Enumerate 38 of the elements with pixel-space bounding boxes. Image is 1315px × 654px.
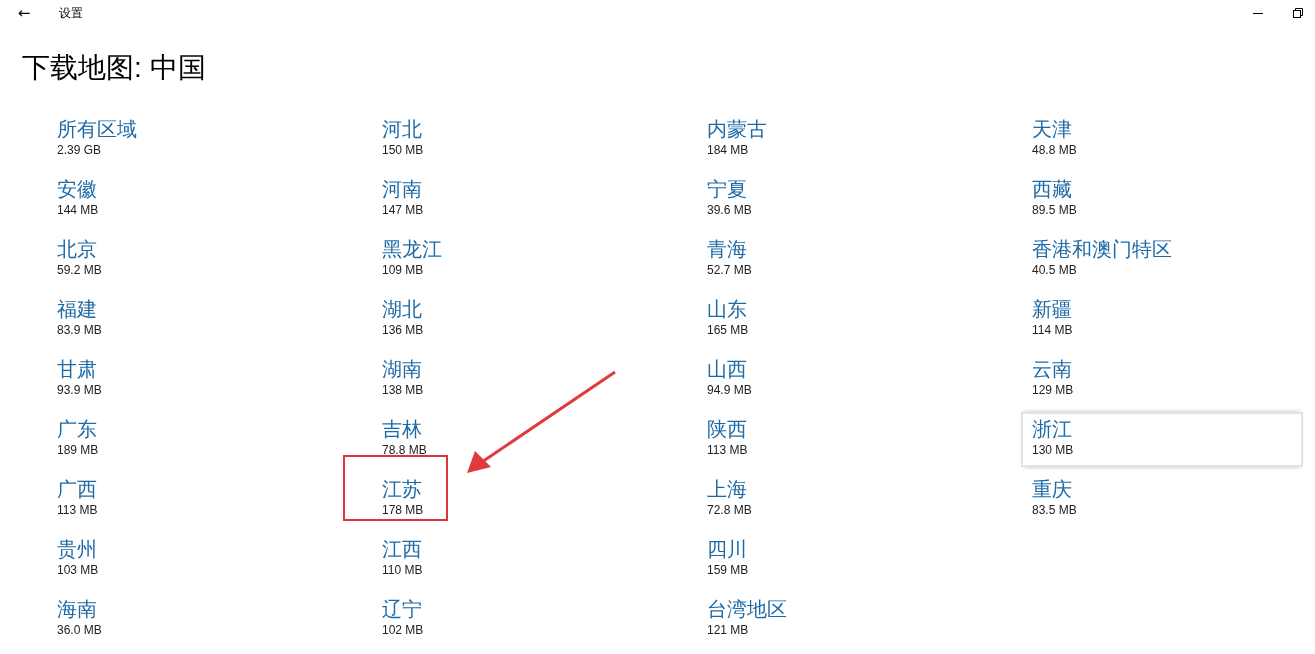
region-item[interactable]: 云南 129 MB [1021, 352, 1303, 407]
page-heading: 下载地图: 中国 [22, 51, 206, 85]
restore-icon[interactable] [1293, 8, 1303, 18]
region-item[interactable]: 北京 59.2 MB [46, 232, 328, 287]
region-item[interactable]: 山东 165 MB [696, 292, 978, 347]
region-item[interactable]: 河南 147 MB [371, 172, 653, 227]
region-item[interactable]: 四川 159 MB [696, 532, 978, 587]
region-item[interactable]: 吉林 78.8 MB [371, 412, 653, 467]
region-item[interactable]: 西藏 89.5 MB [1021, 172, 1303, 227]
region-item[interactable]: 安徽 144 MB [46, 172, 328, 227]
region-item[interactable]: 广东 189 MB [46, 412, 328, 467]
region-item[interactable]: 广西 113 MB [46, 472, 328, 527]
region-item[interactable]: 陕西 113 MB [696, 412, 978, 467]
region-item[interactable]: 台湾地区 121 MB [696, 592, 978, 647]
region-item[interactable]: 内蒙古 184 MB [696, 112, 978, 167]
region-item[interactable]: 浙江 130 MB [1021, 412, 1303, 467]
region-item[interactable]: 所有区域 2.39 GB [46, 112, 328, 167]
back-button[interactable]: ← [14, 4, 34, 22]
region-item[interactable]: 黑龙江 109 MB [371, 232, 653, 287]
region-item[interactable]: 青海 52.7 MB [696, 232, 978, 287]
region-item[interactable]: 江西 110 MB [371, 532, 653, 587]
region-item[interactable]: 海南 36.0 MB [46, 592, 328, 647]
region-item[interactable]: 湖北 136 MB [371, 292, 653, 347]
region-item[interactable]: 贵州 103 MB [46, 532, 328, 587]
region-item[interactable]: 山西 94.9 MB [696, 352, 978, 407]
region-item[interactable]: 新疆 114 MB [1021, 292, 1303, 347]
region-item[interactable]: 河北 150 MB [371, 112, 653, 167]
region-item[interactable]: 辽宁 102 MB [371, 592, 653, 647]
region-item[interactable]: 重庆 83.5 MB [1021, 472, 1303, 527]
window-title: 设置 [59, 4, 84, 22]
region-item[interactable]: 上海 72.8 MB [696, 472, 978, 527]
region-item[interactable]: 湖南 138 MB [371, 352, 653, 407]
region-item[interactable]: 福建 83.9 MB [46, 292, 328, 347]
region-item[interactable]: 香港和澳门特区 40.5 MB [1021, 232, 1303, 287]
region-item[interactable]: 江苏 178 MB [371, 472, 653, 527]
region-item[interactable]: 宁夏 39.6 MB [696, 172, 978, 227]
region-item[interactable]: 天津 48.8 MB [1021, 112, 1303, 167]
region-item[interactable]: 甘肃 93.9 MB [46, 352, 328, 407]
